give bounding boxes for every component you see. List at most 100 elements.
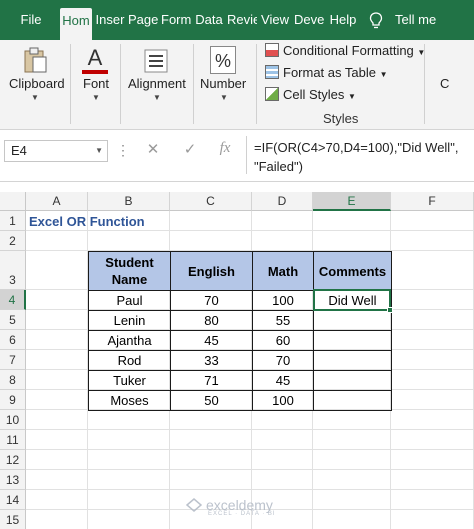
conditional-formatting-button[interactable]: Conditional Formatting ▼ [265,43,425,63]
tab-formulas[interactable]: Form [161,0,191,40]
fill-handle[interactable] [387,307,393,313]
tab-help[interactable]: Help [328,0,358,40]
cell-student-name[interactable]: Ajantha [88,330,171,351]
fx-icon[interactable]: fx [215,140,235,157]
cell-comments[interactable] [313,310,392,331]
name-box[interactable]: E4 ▼ [4,140,108,162]
cells-group-label[interactable]: C [440,76,449,91]
column-header-a[interactable]: A [26,192,88,211]
formula-divider [246,136,247,174]
tab-file[interactable]: File [14,0,48,40]
cell-student-name[interactable]: Moses [88,390,171,411]
tab-home[interactable]: Hom [60,8,92,40]
tell-me-search[interactable]: Tell me [395,0,436,40]
column-header-c[interactable]: C [170,192,252,211]
cell-student-name[interactable]: Rod [88,350,171,371]
header-comments[interactable]: Comments [313,251,392,291]
number-group[interactable]: % Number ▼ [194,40,254,128]
cell-comments[interactable] [313,330,392,351]
row-header-2[interactable]: 2 [0,231,26,251]
cell-english[interactable]: 71 [170,370,253,391]
table-header-row: Student Name English Math Comments [88,251,392,291]
select-all-corner[interactable] [0,192,26,211]
chevron-down-icon[interactable]: ▼ [95,141,103,161]
cell-math[interactable]: 55 [252,310,314,331]
column-header-e[interactable]: E [313,192,391,211]
exceldemy-watermark: exceldemy EXCEL · DATA · BI [186,497,276,517]
row-header-1[interactable]: 1 [0,211,26,231]
row-header-4[interactable]: 4 [0,290,26,310]
table-row: Paul 70 100 Did Well [88,290,392,311]
font-label: Font [83,76,110,91]
column-header-d[interactable]: D [252,192,313,211]
gridline-horizontal [26,489,474,490]
percent-icon: % [210,46,236,74]
tab-page-layout[interactable]: Page [128,0,158,40]
cell-styles-button[interactable]: Cell Styles ▼ [265,87,356,107]
cell-english[interactable]: 80 [170,310,253,331]
cell-student-name[interactable]: Lenin [88,310,171,331]
conditional-formatting-icon [265,43,279,57]
cell-comments[interactable] [313,370,392,391]
gridline-horizontal [26,429,474,430]
row-header-5[interactable]: 5 [0,310,26,330]
formula-bar: E4 ▼ ⋮ ✕ ✓ fx =IF(OR(C4>70,D4=100),"Did … [0,130,474,182]
lightbulb-icon[interactable] [369,12,383,29]
cell-comments[interactable] [313,350,392,371]
cell-math[interactable]: 100 [252,390,314,411]
font-group[interactable]: A Font ▼ [71,40,119,128]
row-header-14[interactable]: 14 [0,490,26,510]
chevron-down-icon: ▼ [92,93,100,102]
alignment-group[interactable]: Alignment ▼ [121,40,191,128]
ribbon-divider [424,44,425,124]
header-english[interactable]: English [170,251,253,291]
tab-view[interactable]: View [260,0,290,40]
chevron-down-icon: ▼ [348,92,356,101]
cell-math[interactable]: 60 [252,330,314,351]
cell-math[interactable]: 45 [252,370,314,391]
cell-styles-label: Cell Styles [283,87,345,102]
format-as-table-button[interactable]: Format as Table ▼ [265,65,388,85]
clipboard-group[interactable]: Clipboard ▼ [0,40,70,128]
cell-english[interactable]: 70 [170,290,253,311]
chevron-down-icon: ▼ [220,93,228,102]
cell-english[interactable]: 45 [170,330,253,351]
row-header-8[interactable]: 8 [0,370,26,390]
column-header-f[interactable]: F [391,192,474,211]
tab-review[interactable]: Revie [227,0,257,40]
cell-english[interactable]: 33 [170,350,253,371]
column-header-b[interactable]: B [88,192,170,211]
alignment-label: Alignment [128,76,186,91]
header-student-name[interactable]: Student Name [88,251,171,291]
sheet-title[interactable]: Excel OR Function [29,214,145,229]
row-header-7[interactable]: 7 [0,350,26,370]
ribbon-home: Clipboard ▼ A Font ▼ Alignment ▼ % Numbe… [0,40,474,130]
align-icon [144,49,168,73]
cell-comments[interactable] [313,390,392,411]
row-header-13[interactable]: 13 [0,470,26,490]
cell-comments[interactable]: Did Well [313,290,392,311]
header-math[interactable]: Math [252,251,314,291]
row-header-15[interactable]: 15 [0,510,26,529]
tab-developer[interactable]: Deve [294,0,324,40]
tab-data[interactable]: Data [194,0,224,40]
cell-english[interactable]: 50 [170,390,253,411]
row-header-3[interactable]: 3 [0,251,26,290]
row-header-11[interactable]: 11 [0,430,26,450]
cancel-icon[interactable]: ✕ [143,140,163,158]
row-header-9[interactable]: 9 [0,390,26,410]
cell-math[interactable]: 70 [252,350,314,371]
row-header-6[interactable]: 6 [0,330,26,350]
cell-student-name[interactable]: Paul [88,290,171,311]
row-header-10[interactable]: 10 [0,410,26,430]
gridline-horizontal [26,449,474,450]
formula-input[interactable]: =IF(OR(C4>70,D4=100),"Did Well", "Failed… [254,138,470,176]
ribbon-divider [256,44,257,124]
cell-math[interactable]: 100 [252,290,314,311]
tab-insert[interactable]: Inser [95,0,125,40]
enter-icon[interactable]: ✓ [180,140,200,158]
more-options-icon[interactable]: ⋮ [116,142,130,159]
cell-student-name[interactable]: Tuker [88,370,171,391]
worksheet-grid[interactable]: A B C D E F 12345678910111213141516 Exce… [0,192,474,529]
row-header-12[interactable]: 12 [0,450,26,470]
